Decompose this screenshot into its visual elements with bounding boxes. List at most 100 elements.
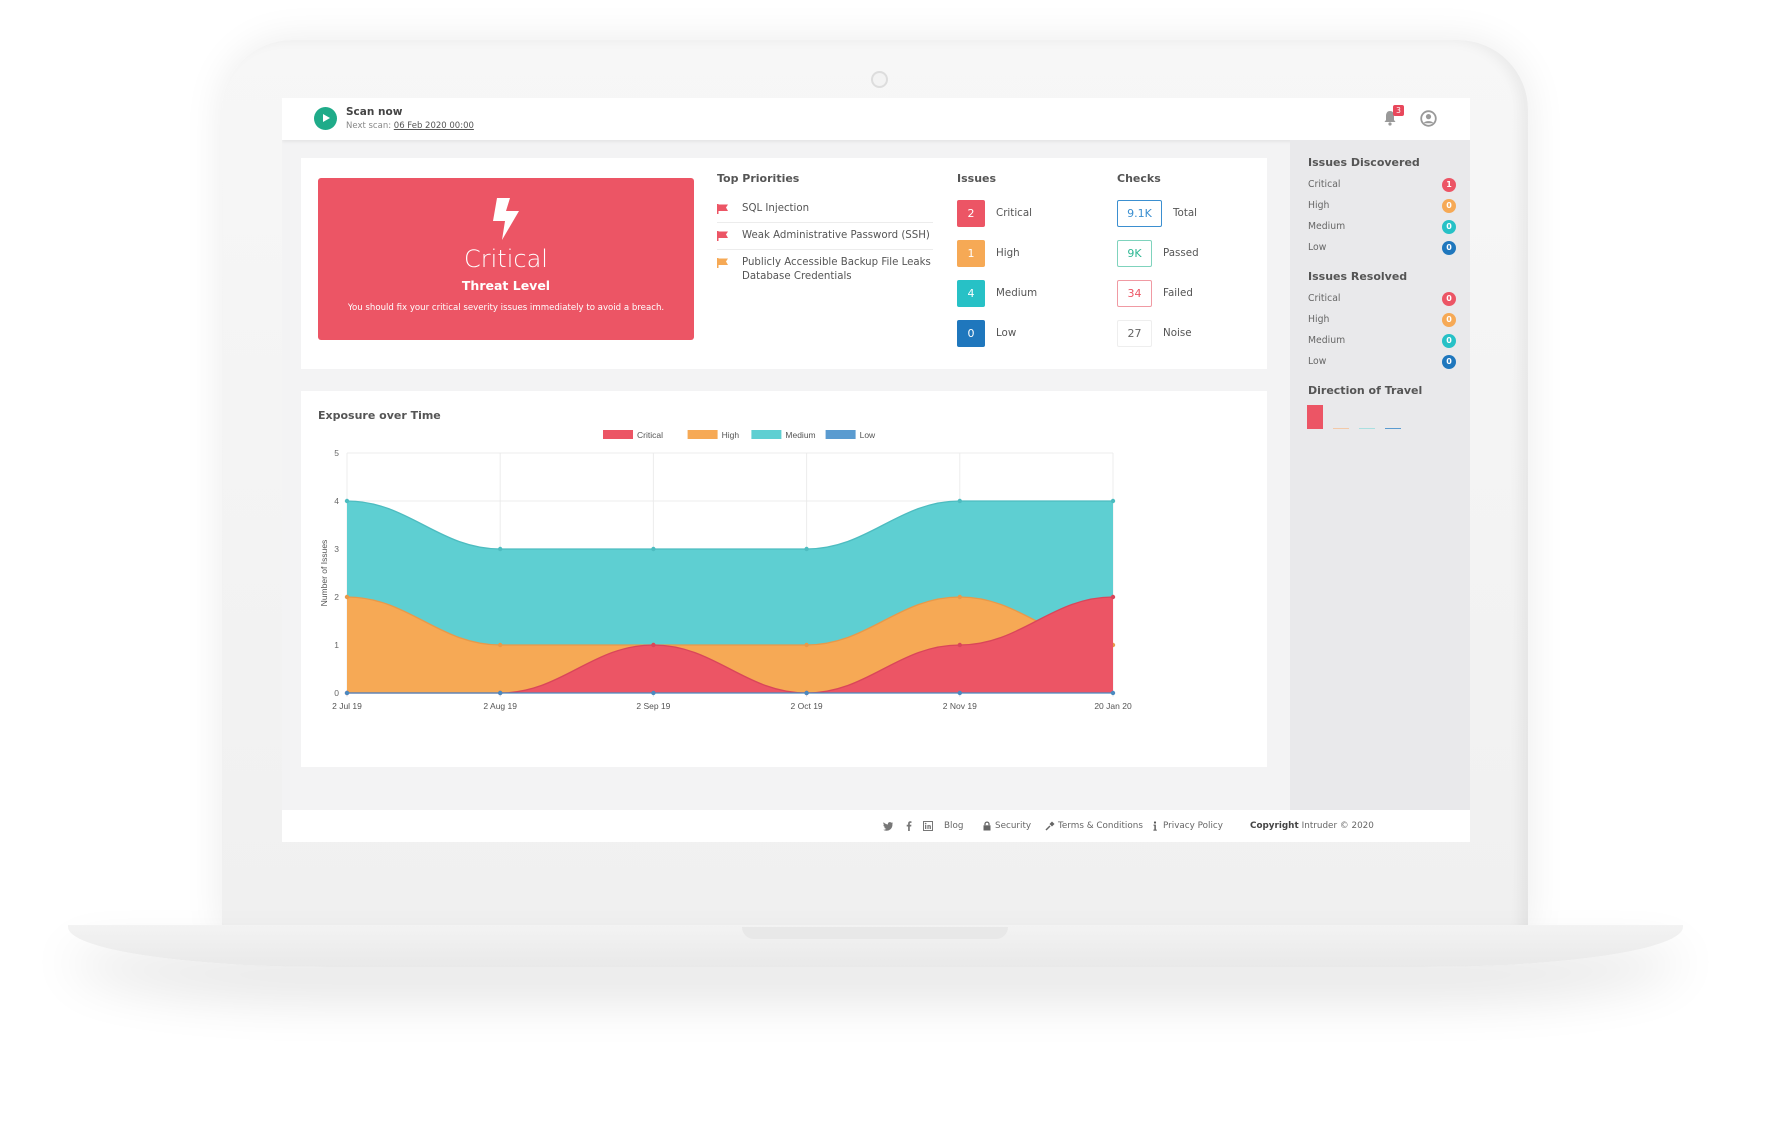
check-label: Noise (1163, 327, 1192, 339)
count-badge: 0 (1442, 334, 1456, 348)
legend-swatch-low (825, 430, 856, 439)
flag-icon (717, 204, 728, 214)
footer-terms-label: Terms & Conditions (1058, 821, 1143, 831)
priority-item[interactable]: Publicly Accessible Backup File Leaks Da… (717, 250, 933, 290)
legend-swatch-critical (603, 430, 633, 439)
summary-card: Critical Threat Level You should fix you… (301, 158, 1267, 369)
sidebar-row-critical[interactable]: Critical 1 (1308, 178, 1456, 192)
y-tick-label: 5 (334, 448, 339, 458)
sidebar-row-medium[interactable]: Medium 0 (1308, 220, 1456, 234)
count-badge: 0 (1442, 313, 1456, 327)
check-label: Passed (1163, 247, 1199, 259)
issue-label: Low (996, 327, 1017, 339)
y-tick-label: 0 (334, 688, 339, 698)
twitter-icon[interactable] (883, 821, 893, 831)
point-high (957, 594, 962, 600)
flag-icon (717, 258, 728, 268)
laptop-notch (742, 927, 1008, 939)
sidebar-row-high[interactable]: High 0 (1308, 199, 1456, 213)
point-low (651, 690, 656, 696)
point-low (344, 690, 350, 696)
x-tick-label: 2 Aug 19 (483, 701, 517, 711)
sidebar-row-label: Critical (1308, 293, 1341, 304)
footer-copyright: Copyright Intruder © 2020 (1250, 821, 1374, 831)
sidebar-row-label: Medium (1308, 221, 1346, 232)
issues-discovered-title: Issues Discovered (1308, 156, 1420, 169)
app-screen: Scan now Next scan: 06 Feb 2020 00:00 3 … (282, 98, 1470, 842)
y-axis-label: Number of Issues (319, 540, 329, 607)
scan-now-label[interactable]: Scan now (346, 106, 402, 118)
sidebar-row-high[interactable]: High 0 (1308, 313, 1456, 327)
x-tick-label: 20 Jan 20 (1094, 701, 1132, 711)
checks-title: Checks (1117, 172, 1161, 185)
threat-level-value: Critical (464, 245, 548, 273)
check-failed-value: 34 (1117, 280, 1152, 307)
sidebar-row-label: Low (1308, 242, 1327, 253)
x-tick-label: 2 Oct 19 (791, 701, 823, 711)
count-badge: 1 (1442, 178, 1456, 192)
count-badge: 0 (1442, 241, 1456, 255)
check-label: Total (1173, 207, 1198, 219)
top-header: Scan now Next scan: 06 Feb 2020 00:00 3 (282, 98, 1470, 140)
priority-label: Publicly Accessible Backup File Leaks Da… (742, 257, 931, 282)
footer-terms-link[interactable]: Terms & Conditions (1045, 821, 1143, 831)
linkedin-icon[interactable] (923, 821, 933, 831)
sidebar-row-medium[interactable]: Medium 0 (1308, 334, 1456, 348)
point-high (804, 642, 809, 648)
user-avatar-icon[interactable] (1420, 110, 1437, 127)
sidebar-row-low[interactable]: Low 0 (1308, 241, 1456, 255)
x-tick-label: 2 Nov 19 (943, 701, 977, 711)
direction-bar-high (1333, 428, 1349, 429)
sidebar-row-low[interactable]: Low 0 (1308, 355, 1456, 369)
issues-title: Issues (957, 172, 997, 185)
legend-label-low: Low (860, 430, 876, 440)
point-medium (498, 546, 503, 552)
point-low (804, 690, 809, 696)
issues-resolved-title: Issues Resolved (1308, 270, 1408, 283)
check-passed-value: 9K (1117, 240, 1152, 267)
sidebar-row-critical[interactable]: Critical 0 (1308, 292, 1456, 306)
check-noise-value: 27 (1117, 320, 1152, 347)
footer-privacy-label: Privacy Policy (1163, 821, 1223, 831)
sidebar-row-label: Critical (1308, 179, 1341, 190)
sidebar-row-label: Medium (1308, 335, 1346, 346)
footer-blog-link[interactable]: Blog (944, 821, 963, 831)
info-icon (1153, 821, 1157, 831)
lightning-bolt-icon (493, 198, 519, 240)
sidebar-row-label: High (1308, 314, 1330, 325)
check-label: Failed (1163, 287, 1193, 299)
footer-privacy-link[interactable]: Privacy Policy (1150, 821, 1223, 831)
point-medium (957, 498, 962, 504)
point-low (957, 690, 962, 696)
direction-bar-critical (1307, 405, 1323, 429)
facebook-icon[interactable] (904, 821, 914, 831)
point-medium (344, 498, 350, 504)
legend-label-high: High (722, 430, 740, 440)
priority-label: SQL Injection (742, 203, 810, 214)
notification-badge: 3 (1393, 105, 1404, 116)
threat-level-subtitle: Threat Level (461, 278, 551, 293)
threat-level-panel: Critical Threat Level You should fix you… (318, 178, 694, 340)
x-tick-label: 2 Jul 19 (332, 701, 362, 711)
check-total-value: 9.1K (1117, 200, 1162, 227)
footer-security-link[interactable]: Security (982, 821, 1031, 831)
priority-item[interactable]: SQL Injection (717, 196, 933, 223)
sidebar-row-label: High (1308, 200, 1330, 211)
count-badge: 0 (1442, 199, 1456, 213)
issue-count-medium: 4 (957, 280, 985, 307)
copyright-bold: Copyright (1250, 821, 1299, 831)
priorities-list: SQL Injection Weak Administrative Passwo… (717, 196, 933, 290)
priority-item[interactable]: Weak Administrative Password (SSH) (717, 223, 933, 250)
exposure-chart-card: Exposure over Time 0123452 Jul 19 2 Aug 1… (301, 391, 1267, 767)
legend-label-medium: Medium (785, 430, 815, 440)
scan-now-button[interactable] (314, 107, 337, 130)
issue-count-critical: 2 (957, 200, 985, 227)
y-tick-label: 4 (334, 496, 339, 506)
next-scan-info: Next scan: 06 Feb 2020 00:00 (346, 121, 474, 131)
point-medium (804, 546, 809, 552)
issue-count-low: 0 (957, 320, 985, 347)
point-medium (651, 546, 656, 552)
next-scan-date-link[interactable]: 06 Feb 2020 00:00 (394, 121, 474, 131)
y-tick-label: 3 (334, 544, 339, 554)
point-critical (957, 642, 962, 648)
